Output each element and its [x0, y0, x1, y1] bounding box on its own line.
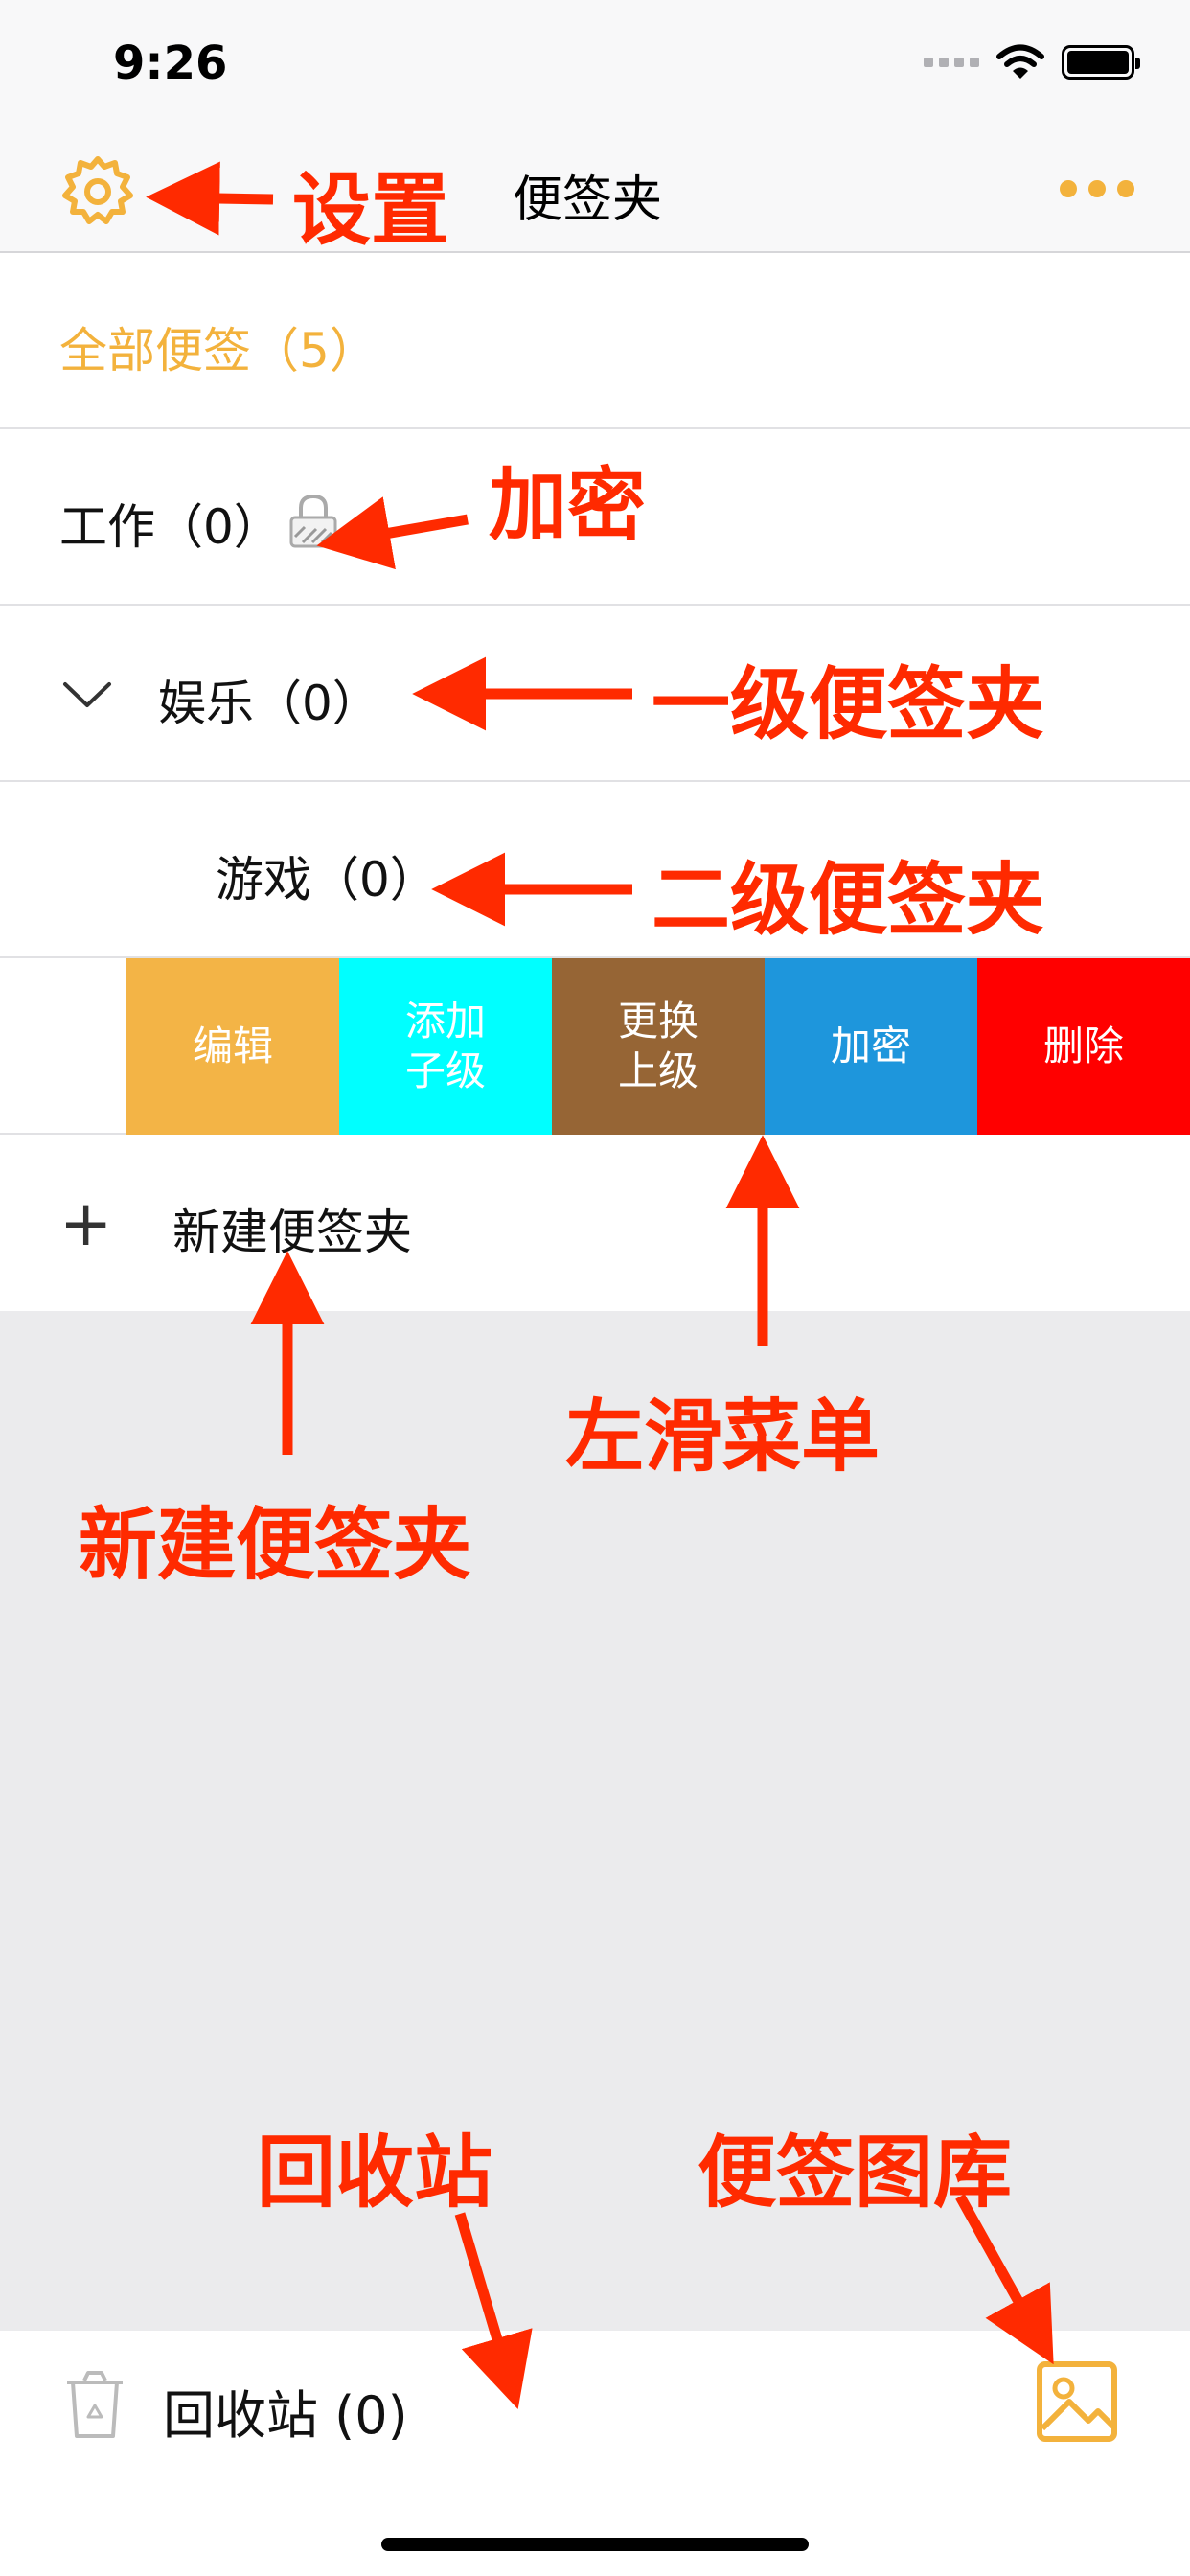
change-parent-button-label: 更换上级: [617, 998, 698, 1094]
status-time: 9:26: [113, 36, 228, 90]
new-folder-label: 新建便签夹: [172, 1205, 412, 1260]
annotation-swipe: 左滑菜单: [565, 1392, 881, 1483]
edit-button-label: 编辑: [192, 1023, 273, 1070]
wifi-icon: [996, 44, 1044, 79]
encrypt-button-label: 加密: [830, 1023, 911, 1070]
folder-label: 工作（0）: [59, 499, 282, 555]
gear-icon[interactable]: [59, 153, 136, 230]
screen: 9:26 便签夹 全部便签（5） 工作（0） 娱乐（0） 游戏（0） 编辑 添加…: [0, 0, 1190, 2576]
change-parent-button[interactable]: 更换上级: [552, 958, 765, 1135]
annotation-gallery: 便签图库: [698, 2128, 1013, 2219]
delete-button[interactable]: 删除: [977, 958, 1190, 1135]
page-title: 便签夹: [513, 172, 663, 229]
status-icons: [924, 44, 1140, 80]
top-bar: 9:26 便签夹: [0, 0, 1190, 253]
folder-label: 娱乐（0）: [158, 676, 380, 731]
annotation-settings: 设置: [292, 165, 450, 256]
delete-button-label: 删除: [1042, 1023, 1124, 1070]
annotation-trash: 回收站: [257, 2128, 493, 2219]
lock-icon: [289, 494, 337, 548]
annotation-level1: 一级便签夹: [652, 659, 1045, 750]
new-folder-button[interactable]: + 新建便签夹: [0, 1135, 1190, 1311]
more-icon[interactable]: [1060, 180, 1134, 197]
trash-icon[interactable]: [63, 2369, 126, 2440]
folder-row-all[interactable]: 全部便签（5）: [0, 253, 1190, 429]
folder-label: 全部便签（5）: [59, 323, 378, 379]
add-child-button-label: 添加子级: [404, 998, 486, 1094]
annotation-level2: 二级便签夹: [652, 855, 1045, 946]
battery-icon: [1062, 45, 1140, 80]
signal-icon: [924, 58, 979, 67]
add-child-button[interactable]: 添加子级: [339, 958, 552, 1135]
annotation-lock: 加密: [489, 460, 647, 551]
bottom-bar: 回收站 (0): [0, 2331, 1190, 2576]
edit-button[interactable]: 编辑: [126, 958, 339, 1135]
plus-icon: +: [59, 1186, 113, 1260]
chevron-down-icon[interactable]: [61, 678, 113, 711]
home-indicator: [381, 2538, 809, 2551]
swipe-menu: 编辑 添加子级 更换上级 加密 删除: [0, 958, 1190, 1135]
folder-label: 游戏（0）: [216, 852, 438, 908]
image-icon[interactable]: [1035, 2359, 1119, 2444]
encrypt-button[interactable]: 加密: [765, 958, 977, 1135]
annotation-new-folder: 新建便签夹: [79, 1500, 472, 1591]
trash-label[interactable]: 回收站 (0): [163, 2373, 408, 2449]
